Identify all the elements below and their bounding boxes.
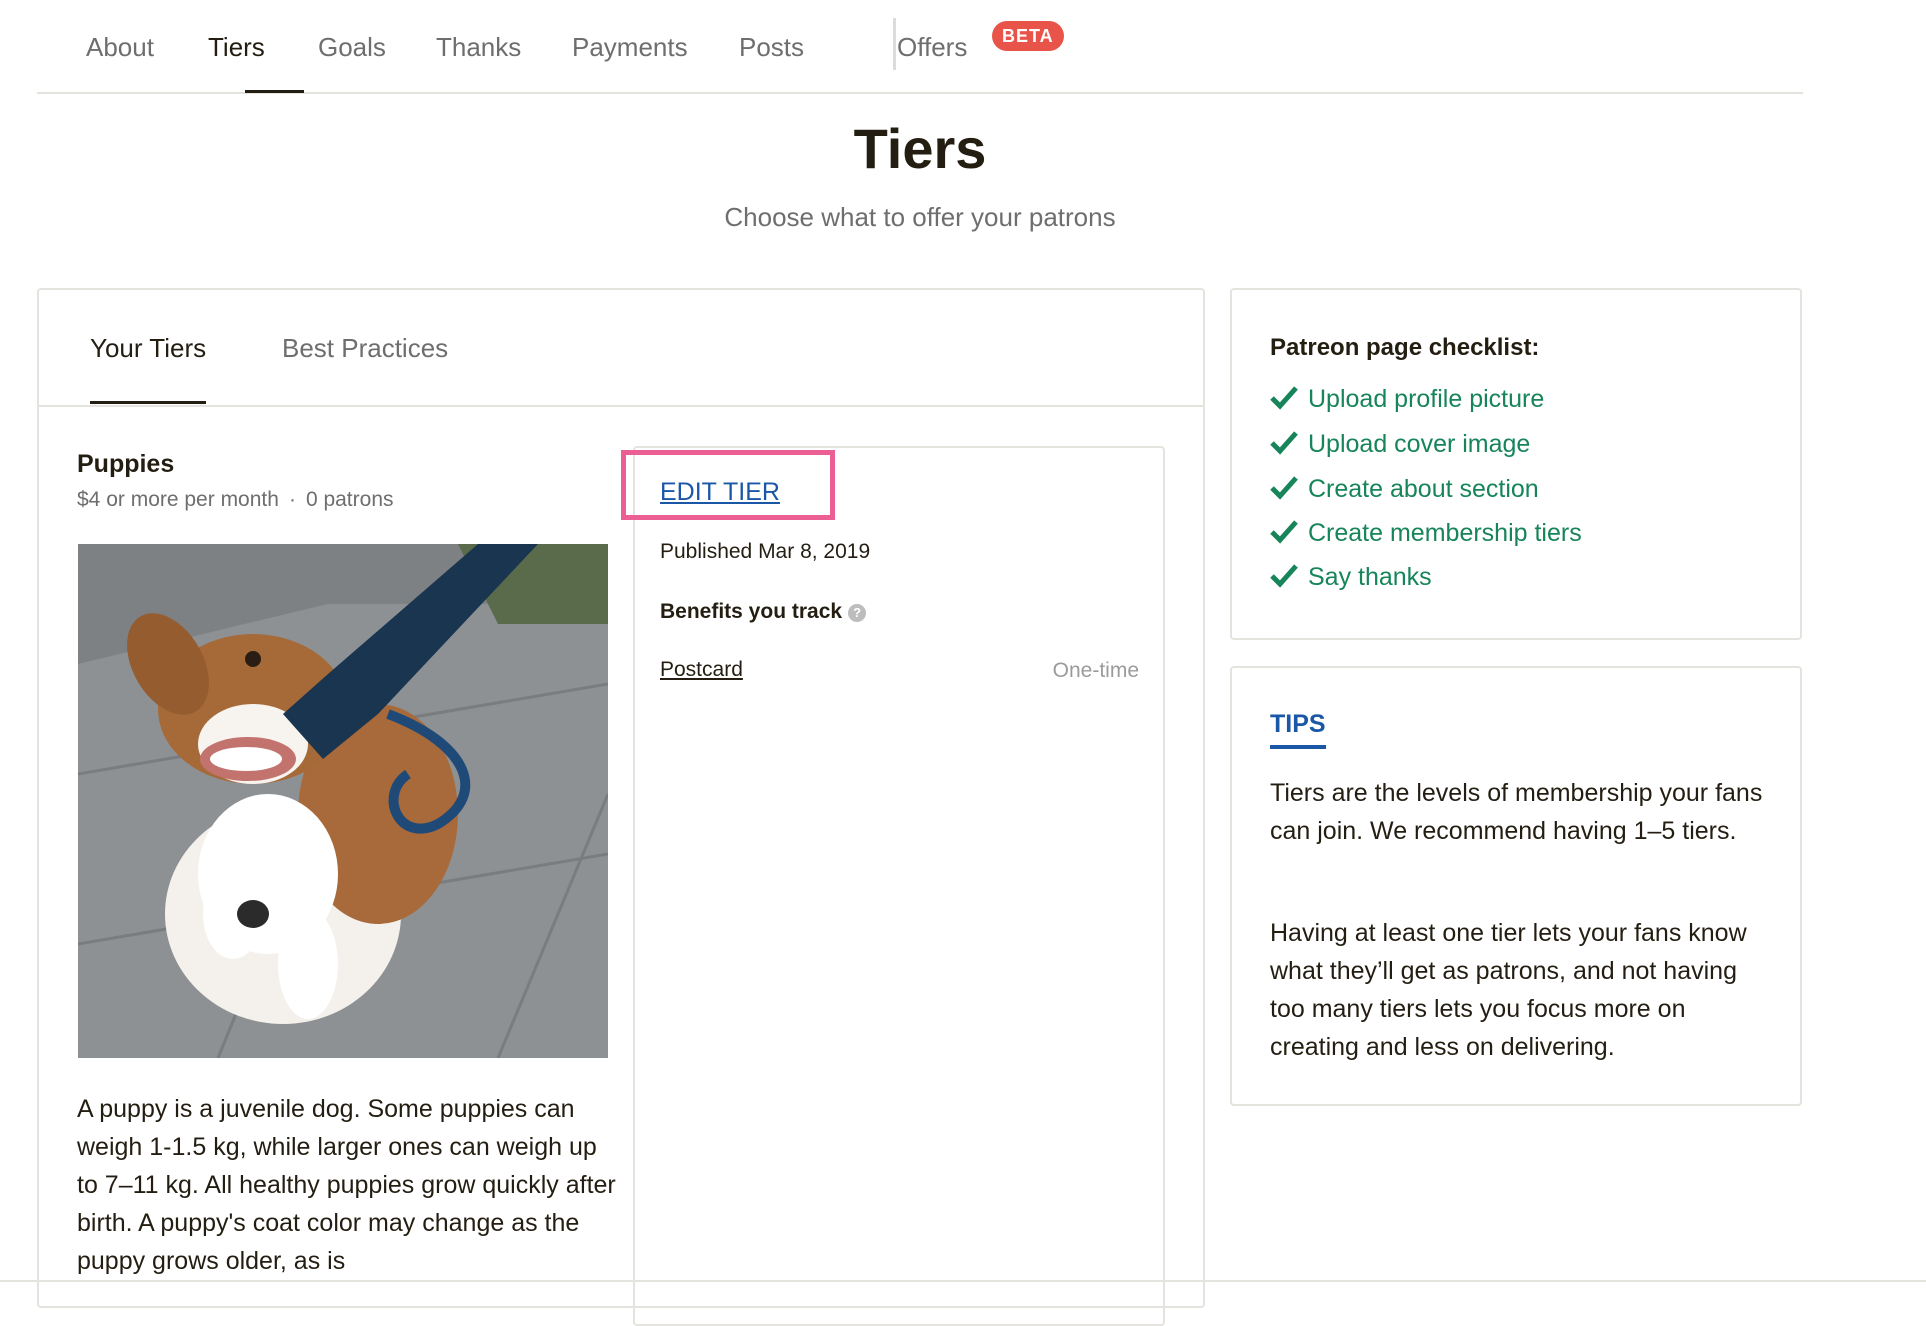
tier-price: $4 or more per month [77,488,279,511]
benefits-heading-label: Benefits you track [660,600,843,623]
nav-active-indicator [245,90,304,93]
checklist-card: Patreon page checklist: Upload profile p… [1230,288,1802,640]
checkmark-icon [1270,520,1298,544]
tab-best-practices[interactable]: Best Practices [282,333,448,364]
checklist-item-label: Upload profile picture [1308,385,1545,413]
puppy-photo [78,544,608,1058]
checklist-item[interactable]: Create about section [1270,474,1539,506]
checkmark-icon [1270,431,1298,455]
checklist-item-label: Upload cover image [1308,430,1531,458]
page-subtitle: Choose what to offer your patrons [724,202,1116,232]
tiers-card: Your Tiers Best Practices Puppies $4 or … [37,288,1205,1326]
tier-patron-count: 0 patrons [305,488,394,511]
top-nav: About Tiers Goals Thanks Payments Posts … [37,0,1803,94]
tier-name: Puppies [77,450,175,478]
tips-card: TIPS Tiers are the levels of membership … [1230,666,1802,1106]
tips-paragraph: Tiers are the levels of membership your … [1270,779,1763,845]
checklist-item-label: Create membership tiers [1308,519,1582,547]
nav-tiers[interactable]: Tiers [208,31,265,63]
checklist-title: Patreon page checklist: [1270,334,1540,361]
bottom-divider [0,1280,1926,1282]
checkmark-icon [1270,386,1298,410]
nav-about[interactable]: About [86,31,154,63]
tier-detail-panel: EDIT TIER Published Mar 8, 2019 Benefits… [621,446,1165,1326]
tier-meta: $4 or more per month · 0 patrons [77,488,394,512]
beta-badge: BETA [992,21,1064,51]
benefit-frequency: One-time [1052,659,1139,682]
nav-offers[interactable]: Offers [897,31,967,63]
checkmark-icon [1270,476,1298,500]
edit-tier-link[interactable]: EDIT TIER [660,478,780,507]
tips-title[interactable]: TIPS [1270,710,1326,749]
nav-payments[interactable]: Payments [572,31,688,63]
nav-divider [893,18,896,70]
checklist-item-label: Create about section [1308,475,1539,503]
benefits-heading: Benefits you track? [660,600,867,624]
tab-your-tiers[interactable]: Your Tiers [90,333,206,364]
tips-paragraph: Having at least one tier lets your fans … [1270,919,1747,1061]
nav-posts[interactable]: Posts [739,31,804,63]
checklist-item[interactable]: Upload cover image [1270,429,1530,461]
tier-image [78,544,608,1058]
checklist-item[interactable]: Upload profile picture [1270,384,1544,416]
help-icon[interactable]: ? [848,604,867,622]
checklist-item[interactable]: Say thanks [1270,562,1432,594]
tier-tabs: Your Tiers Best Practices [39,290,1203,407]
nav-goals[interactable]: Goals [318,31,386,63]
checklist-item[interactable]: Create membership tiers [1270,518,1582,550]
checkmark-icon [1270,564,1298,588]
tier-description: A puppy is a juvenile dog. Some puppies … [77,1095,616,1275]
tab-active-indicator [90,401,206,404]
page-title: Tiers [853,117,987,180]
published-date: Published Mar 8, 2019 [660,540,871,563]
benefit-name[interactable]: Postcard [660,658,743,682]
checklist-item-label: Say thanks [1308,563,1432,591]
meta-separator: · [288,488,296,511]
nav-thanks[interactable]: Thanks [436,31,521,63]
